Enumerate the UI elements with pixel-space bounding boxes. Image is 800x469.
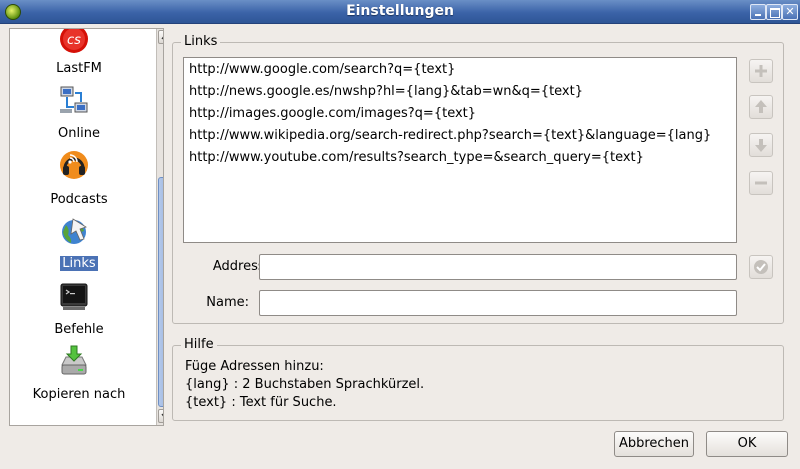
sidebar-item-label: Online: [58, 126, 100, 141]
sidebar-item-podcasts[interactable]: Podcasts: [10, 149, 148, 211]
minimize-button[interactable]: [750, 4, 766, 20]
add-link-button[interactable]: [749, 59, 773, 83]
arrow-down-icon: [755, 139, 767, 152]
terminal-icon: [60, 283, 88, 310]
cancel-button[interactable]: Abbrechen: [614, 431, 694, 457]
remove-link-button[interactable]: [749, 171, 773, 195]
list-item[interactable]: http://news.google.es/nwshp?hl={lang}&ta…: [189, 84, 583, 99]
plus-icon: [755, 65, 767, 77]
sidebar-item-kopieren-nach[interactable]: Kopieren nach: [10, 345, 148, 407]
close-button[interactable]: ✕: [782, 4, 798, 20]
cancel-button-label: Abbrechen: [618, 436, 690, 451]
podcast-icon: [60, 151, 88, 179]
help-group-title: Hilfe: [181, 337, 217, 352]
window-title: Einstellungen: [346, 3, 454, 19]
help-line: {text} : Text für Suche.: [185, 395, 337, 410]
sidebar-item-label: Podcasts: [50, 192, 108, 207]
scroll-up-button[interactable]: [158, 30, 163, 44]
list-item[interactable]: http://www.youtube.com/results?search_ty…: [189, 150, 644, 165]
address-input[interactable]: [259, 254, 737, 280]
list-item[interactable]: http://www.google.com/search?q={text}: [189, 62, 455, 77]
sidebar-item-label: Links: [60, 256, 98, 271]
lastfm-icon: cs: [60, 29, 88, 53]
name-label: Name:: [206, 295, 249, 310]
scroll-thumb[interactable]: [158, 177, 163, 407]
maximize-button[interactable]: [766, 4, 782, 20]
sidebar-item-label: Befehle: [54, 322, 104, 337]
help-line: Füge Adressen hinzu:: [185, 359, 324, 374]
copy-to-drive-icon: [61, 345, 87, 375]
links-group-title: Links: [181, 34, 221, 49]
name-input[interactable]: [259, 290, 737, 316]
sidebar-item-label: Kopieren nach: [32, 387, 126, 402]
network-icon: [60, 86, 88, 113]
sidebar-scrollbar[interactable]: [156, 29, 163, 425]
list-item[interactable]: http://images.google.com/images?q={text}: [189, 106, 476, 121]
sidebar-item-label: LastFM: [56, 61, 102, 76]
sidebar-item-online[interactable]: Online: [10, 85, 148, 145]
apply-address-button[interactable]: [749, 255, 773, 279]
help-line: {lang} : 2 Buchstaben Sprachkürzel.: [185, 377, 425, 392]
minus-icon: [755, 181, 767, 185]
sidebar-item-befehle[interactable]: Befehle: [10, 281, 148, 341]
list-item[interactable]: http://www.wikipedia.org/search-redirect…: [189, 128, 711, 143]
title-bar: Einstellungen ✕: [0, 0, 800, 24]
svg-text:cs: cs: [67, 33, 81, 48]
move-up-button[interactable]: [749, 95, 773, 119]
ok-button-label: OK: [737, 436, 757, 451]
links-list[interactable]: http://www.google.com/search?q={text} ht…: [183, 57, 737, 243]
links-group: Links http://www.google.com/search?q={te…: [172, 34, 784, 324]
check-circle-icon: [754, 260, 768, 274]
scroll-down-button[interactable]: [158, 409, 163, 423]
chevron-down-icon: [161, 413, 163, 417]
chevron-up-icon: [161, 36, 163, 40]
settings-category-list[interactable]: cs LastFM Online Podcasts Links Befehle …: [9, 28, 164, 426]
ok-button[interactable]: OK: [706, 431, 788, 457]
arrow-up-icon: [755, 100, 767, 113]
sidebar-item-lastfm[interactable]: cs LastFM: [10, 29, 148, 81]
sidebar-item-links[interactable]: Links: [10, 215, 148, 275]
move-down-button[interactable]: [749, 133, 773, 157]
links-globe-icon: [62, 218, 87, 244]
help-group: Hilfe Füge Adressen hinzu: {lang} : 2 Bu…: [172, 337, 784, 421]
